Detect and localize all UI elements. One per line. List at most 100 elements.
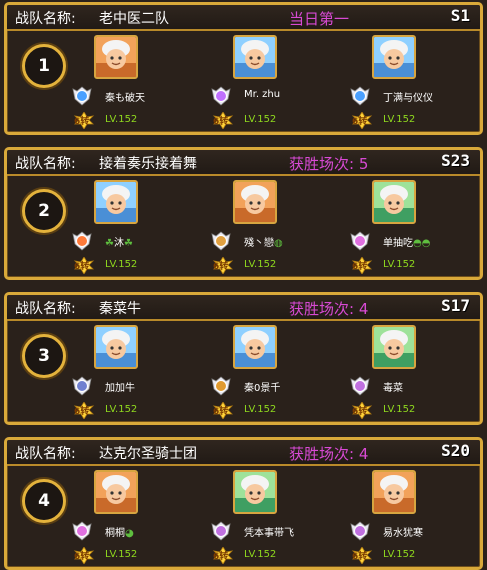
member-avatar[interactable] [372, 325, 416, 369]
team-card[interactable]: 战队名称: 接着奏乐接着舞 获胜场次: 5 S23 2 ☘沐☘ 6转 LV.152 殘丶戀… [4, 147, 483, 280]
member-name: 沐 [113, 238, 124, 249]
team-status: 获胜场次: 4 [289, 300, 369, 318]
rank-emblem-icon [71, 230, 93, 252]
rank-badge: 3 [22, 334, 66, 378]
reincarnation-count: 6转 [352, 552, 368, 562]
reincarnation-count: 6转 [213, 117, 229, 127]
name-decoration-icon: ◍ [274, 238, 283, 249]
member-avatar[interactable] [233, 180, 277, 224]
team-status: 当日第一 [289, 10, 350, 28]
member-avatar[interactable] [372, 35, 416, 79]
member-name-row: 易水犹寒 [383, 524, 423, 539]
member-avatar[interactable] [372, 470, 416, 514]
name-decoration-icon: ☘ [105, 238, 114, 249]
reincarnation-star-icon: 6转 [349, 401, 375, 420]
rank-badge: 2 [22, 189, 66, 233]
rank-emblem-icon [71, 375, 93, 397]
team-status: 获胜场次: 5 [289, 155, 369, 173]
rank-emblem-icon [349, 375, 371, 397]
reincarnation-count: 6转 [352, 117, 368, 127]
team-member[interactable]: 丁满与仪仪 6转 LV.152 [349, 35, 480, 132]
team-name-label: 战队名称: [15, 301, 76, 317]
member-name: 秦も破天 [105, 93, 145, 104]
rank-emblem-icon [210, 375, 232, 397]
team-member[interactable]: 凭本事带飞 6转 LV.152 [210, 470, 350, 567]
team-card-header: 战队名称: 接着奏乐接着舞 获胜场次: 5 S23 [7, 150, 480, 176]
member-name: 易水犹寒 [383, 528, 423, 539]
reincarnation-count: 6转 [213, 407, 229, 417]
server-tag: S1 [450, 6, 470, 25]
rank-emblem-icon [71, 520, 93, 542]
member-avatar[interactable] [233, 35, 277, 79]
team-status: 获胜场次: 4 [289, 445, 369, 463]
member-level: LV.152 [105, 259, 138, 270]
team-member[interactable]: 秦も破天 6转 LV.152 [71, 35, 211, 132]
member-name: 单抽吃 [383, 238, 413, 249]
member-name-row: 秦も破天 [105, 89, 145, 104]
team-name: 达克尔圣骑士团 [99, 446, 197, 462]
reincarnation-star-icon: 6转 [349, 111, 375, 130]
team-card[interactable]: 战队名称: 达克尔圣骑士团 获胜场次: 4 S20 4 桐桐◕ 6转 LV.152 凭本事… [4, 437, 483, 570]
reincarnation-star-icon: 6转 [349, 546, 375, 565]
member-name-row: 凭本事带飞 [244, 524, 294, 539]
member-name-row: 丁满与仪仪 [383, 89, 433, 104]
reincarnation-count: 6转 [213, 552, 229, 562]
team-card[interactable]: 战队名称: 秦菜牛 获胜场次: 4 S17 3 加加牛 6转 LV.152 秦0景千 6转… [4, 292, 483, 425]
team-member[interactable]: 桐桐◕ 6转 LV.152 [71, 470, 211, 567]
rank-emblem-icon [210, 230, 232, 252]
rank-emblem-icon [71, 85, 93, 107]
reincarnation-star-icon: 6转 [71, 546, 97, 565]
reincarnation-count: 6转 [74, 552, 90, 562]
rank-emblem-icon [210, 85, 232, 107]
member-level: LV.152 [383, 259, 416, 270]
team-member[interactable]: ☘沐☘ 6转 LV.152 [71, 180, 211, 277]
reincarnation-star-icon: 6转 [71, 401, 97, 420]
name-decoration-icon: ◓◓ [413, 238, 431, 249]
team-member[interactable]: Mr. zhu 6转 LV.152 [210, 35, 350, 132]
member-avatar[interactable] [372, 180, 416, 224]
member-name: 丁满与仪仪 [383, 93, 433, 104]
team-card[interactable]: 战队名称: 老中医二队 当日第一 S1 1 秦も破天 6转 LV.152 Mr. zhu … [4, 2, 483, 135]
member-name-row: 秦0景千 [244, 379, 280, 394]
team-member[interactable]: 易水犹寒 6转 LV.152 [349, 470, 480, 567]
member-name-row: 单抽吃◓◓ [383, 234, 430, 249]
team-member[interactable]: 加加牛 6转 LV.152 [71, 325, 211, 422]
rank-emblem-icon [349, 520, 371, 542]
member-name-row: 桐桐◕ [105, 524, 134, 539]
member-level: LV.152 [383, 404, 416, 415]
name-decoration-icon: ☘ [123, 238, 133, 249]
team-member[interactable]: 殘丶戀◍ 6转 LV.152 [210, 180, 350, 277]
member-avatar[interactable] [94, 180, 138, 224]
member-name: 桐桐 [105, 528, 125, 539]
team-card-header: 战队名称: 秦菜牛 获胜场次: 4 S17 [7, 295, 480, 321]
reincarnation-star-icon: 6转 [210, 401, 236, 420]
reincarnation-count: 6转 [74, 262, 90, 272]
member-level: LV.152 [105, 404, 138, 415]
reincarnation-star-icon: 6转 [349, 256, 375, 275]
team-member[interactable]: 单抽吃◓◓ 6转 LV.152 [349, 180, 480, 277]
team-name: 秦菜牛 [99, 301, 141, 317]
member-level: LV.152 [244, 549, 277, 560]
team-member[interactable]: 秦0景千 6转 LV.152 [210, 325, 350, 422]
member-level: LV.152 [383, 549, 416, 560]
member-level: LV.152 [244, 114, 277, 125]
reincarnation-star-icon: 6转 [71, 111, 97, 130]
reincarnation-count: 6转 [74, 407, 90, 417]
reincarnation-count: 6转 [352, 262, 368, 272]
team-name-label: 战队名称: [15, 11, 76, 27]
team-ranking-list: 战队名称: 老中医二队 当日第一 S1 1 秦も破天 6转 LV.152 Mr. zhu … [0, 0, 487, 570]
member-name-row: 殘丶戀◍ [244, 234, 283, 249]
member-avatar[interactable] [233, 325, 277, 369]
member-name: 加加牛 [105, 383, 135, 394]
member-name: 秦0景千 [244, 383, 281, 394]
team-name-label: 战队名称: [15, 156, 76, 172]
member-avatar[interactable] [233, 470, 277, 514]
member-avatar[interactable] [94, 470, 138, 514]
team-name-label: 战队名称: [15, 446, 76, 462]
reincarnation-star-icon: 6转 [71, 256, 97, 275]
team-member[interactable]: 毒菜 6转 LV.152 [349, 325, 480, 422]
team-card-header: 战队名称: 老中医二队 当日第一 S1 [7, 5, 480, 31]
member-avatar[interactable] [94, 325, 138, 369]
member-avatar[interactable] [94, 35, 138, 79]
member-name: 殘丶戀 [244, 238, 274, 249]
